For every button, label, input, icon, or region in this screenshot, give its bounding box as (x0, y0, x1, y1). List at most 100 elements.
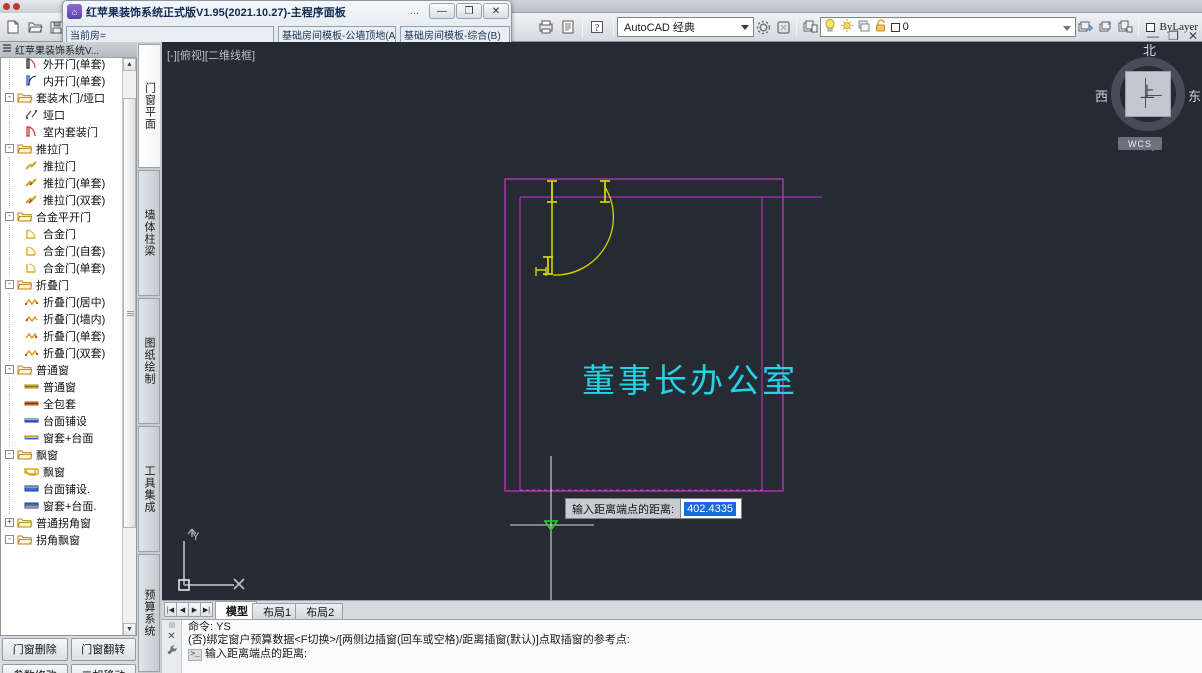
scroll-down-button[interactable]: ▼ (123, 623, 136, 636)
wrench-icon[interactable] (166, 644, 178, 659)
tree-item[interactable]: 合金门 (1, 225, 123, 242)
tree-item[interactable]: 推拉门(双套) (1, 191, 123, 208)
tree-item[interactable]: 窗套+台面. (1, 497, 123, 514)
help-icon[interactable]: ? (586, 16, 608, 38)
command-input-row[interactable]: >_ 输入距离端点的距离: (188, 648, 1200, 661)
tab-door-window-plan[interactable]: 门窗平面 (138, 44, 160, 168)
dynamic-input-field[interactable]: 402.4335 (680, 498, 742, 519)
tree-item[interactable]: 折叠门(单套) (1, 327, 123, 344)
flip-door-window-button[interactable]: 门窗翻转 (71, 638, 137, 661)
tree-item[interactable]: 折叠门(墙内) (1, 310, 123, 327)
viewcube-top-face[interactable]: 上 (1125, 71, 1171, 117)
tab-wall-column-beam[interactable]: 墙体柱梁 (138, 170, 160, 296)
collapse-icon[interactable]: - (5, 144, 14, 153)
restore-button[interactable]: ❐ (1168, 29, 1179, 43)
command-history[interactable]: 命令: YS (否)绑定窗户预算数据<F切换>/[两侧边插窗(回车或空格)/距离… (182, 620, 1202, 673)
room-template-a-field[interactable]: 基础房间模板-公墙顶地(A) (278, 26, 396, 43)
layer-lock-icon[interactable] (874, 18, 888, 36)
command-close-icon[interactable]: ✕ (167, 631, 175, 642)
collapse-icon[interactable]: - (5, 365, 14, 374)
plot-icon[interactable] (535, 16, 557, 38)
expand-icon[interactable]: + (5, 518, 14, 527)
modify-parameters-button[interactable]: 参数修改 (2, 664, 68, 673)
layer-plot-icon[interactable] (857, 18, 871, 36)
tree-item[interactable]: 垭口 (1, 106, 123, 123)
dynamic-input-value[interactable]: 402.4335 (684, 502, 736, 516)
tree-item[interactable]: 外开门(单套) (1, 58, 123, 72)
collapse-icon[interactable]: - (5, 212, 14, 221)
view-compass[interactable]: 上 北 南 东 西 WCS (1093, 42, 1202, 192)
delete-door-window-button[interactable]: 门窗删除 (2, 638, 68, 661)
tree-item[interactable]: 普通窗 (1, 378, 123, 395)
tree-item[interactable]: 折叠门(居中) (1, 293, 123, 310)
compass-north-label[interactable]: 北 (1143, 42, 1156, 59)
tree-item[interactable]: 内开门(单套) (1, 72, 123, 89)
tree-group[interactable]: -折叠门 (1, 276, 123, 293)
move-button[interactable]: 二胡移动 (71, 664, 137, 673)
layer-states-icon[interactable] (1115, 16, 1135, 38)
tree-group[interactable]: -合金平开门 (1, 208, 123, 225)
tab-budget-system[interactable]: 预算系统 (138, 554, 160, 672)
layer-previous-icon[interactable] (1076, 16, 1096, 38)
room-template-b-field[interactable]: 基础房间模板-综合(B) (400, 26, 510, 43)
tree-item[interactable]: 全包套 (1, 395, 123, 412)
sheet-set-icon[interactable] (557, 16, 579, 38)
make-object-layer-current-icon[interactable] (1095, 16, 1115, 38)
tree-item[interactable]: 台面铺设. (1, 480, 123, 497)
collapse-icon[interactable]: - (5, 280, 14, 289)
panel-menu-icon[interactable] (2, 43, 12, 56)
tree-group[interactable]: -拐角飘窗 (1, 531, 123, 548)
tree-item[interactable]: 飘窗 (1, 463, 123, 480)
compass-west-label[interactable]: 西 (1095, 86, 1108, 105)
tree-group[interactable]: -普通窗 (1, 361, 123, 378)
command-prompt-icon[interactable]: >_ (188, 649, 202, 661)
collapse-icon[interactable]: - (5, 535, 14, 544)
layer-properties-icon[interactable] (800, 16, 820, 38)
tree-item[interactable]: 台面铺设 (1, 412, 123, 429)
current-room-field[interactable]: 当前房= (66, 26, 274, 43)
compass-east-label[interactable]: 东 (1188, 86, 1201, 105)
wcs-indicator[interactable]: WCS (1118, 137, 1162, 150)
dynamic-input-tooltip[interactable]: 输入距离端点的距离: 402.4335 (565, 498, 742, 519)
panel-maximize-button[interactable]: ❐ (456, 3, 482, 19)
tab-tools[interactable]: 工具集成 (138, 426, 160, 552)
collapse-icon[interactable]: - (5, 450, 14, 459)
workspace-selector[interactable]: AutoCAD 经典 (617, 17, 754, 37)
component-tree[interactable]: 内开门外开门(单套)内开门(单套)-套装木门/垭口垭口室内套装门-推拉门推拉门推… (0, 58, 137, 636)
tree-group[interactable]: -推拉门 (1, 140, 123, 157)
layer-on-icon[interactable] (823, 18, 837, 36)
workspace-settings-icon[interactable] (754, 16, 774, 38)
drawing-canvas[interactable]: [-][俯视][二维线框] 董事长办公室 (162, 42, 1202, 600)
tree-item[interactable]: 合金门(自套) (1, 242, 123, 259)
tab-layout2[interactable]: 布局2 (295, 603, 343, 619)
scrollbar-thumb[interactable] (123, 98, 136, 528)
collapse-icon[interactable]: - (5, 93, 14, 102)
panel-close-button[interactable]: ✕ (483, 3, 509, 19)
tree-scrollbar[interactable]: ▲ ▼ (122, 58, 136, 636)
layer-selector[interactable]: 0 (820, 17, 1076, 37)
tree-item[interactable]: 室内套装门 (1, 123, 123, 140)
minimize-button[interactable]: — (1147, 29, 1159, 43)
close-button[interactable]: ✕ (1188, 29, 1198, 43)
tree-item[interactable]: 窗套+台面 (1, 429, 123, 446)
tree-item[interactable]: 推拉门 (1, 157, 123, 174)
tree-item[interactable]: 合金门(单套) (1, 259, 123, 276)
nav-last-button[interactable]: ▶| (200, 602, 213, 617)
tree-group[interactable]: +普通拐角窗 (1, 514, 123, 531)
tab-layout1[interactable]: 布局1 (252, 603, 300, 619)
chevron-down-icon[interactable] (741, 25, 749, 30)
layer-freeze-icon[interactable] (840, 18, 854, 36)
panel-overflow-dots[interactable]: ... (410, 5, 419, 17)
tree-item[interactable]: 推拉门(单套) (1, 174, 123, 191)
open-folder-icon[interactable] (24, 16, 46, 38)
tree-group[interactable]: -飘窗 (1, 446, 123, 463)
layer-chevron-down-icon[interactable] (1063, 26, 1071, 31)
scroll-up-button[interactable]: ▲ (123, 58, 136, 71)
new-file-icon[interactable] (2, 16, 24, 38)
workspace-display-icon[interactable] (773, 16, 793, 38)
tree-group[interactable]: -套装木门/垭口 (1, 89, 123, 106)
tab-model[interactable]: 模型 (215, 601, 257, 619)
panel-minimize-button[interactable]: — (429, 3, 455, 19)
tab-drawing[interactable]: 图纸绘制 (138, 298, 160, 424)
grip-icon[interactable]: ▤ (169, 621, 175, 629)
